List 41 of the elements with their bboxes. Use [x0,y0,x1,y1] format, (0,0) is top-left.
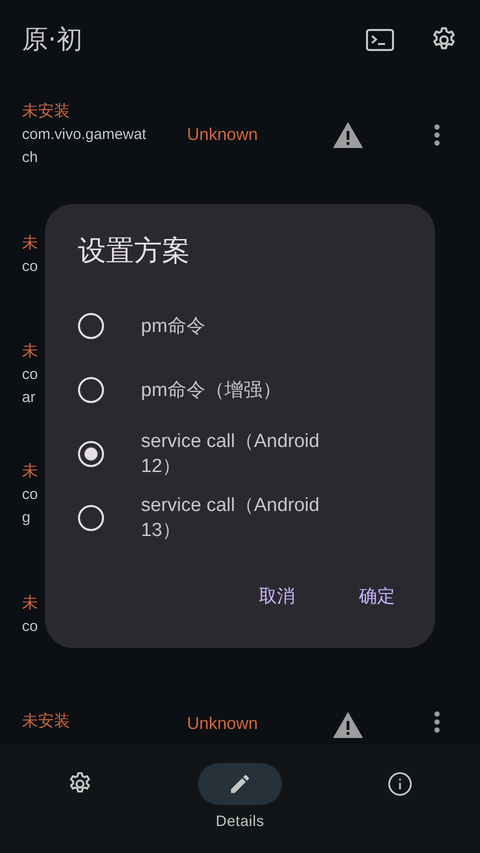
radio-option[interactable]: pm命令（增强） [78,358,411,422]
dialog-title: 设置方案 [78,234,190,268]
app-title: 原·初 [22,24,82,56]
dialog-button[interactable]: 确定 [343,575,411,618]
terminal-icon[interactable] [366,28,394,52]
more-icon[interactable] [434,124,440,146]
warning-icon [332,121,364,149]
status-label: 未 [22,234,38,254]
package-name: co [22,256,38,276]
package-name: co [22,485,38,505]
package-name: ch [22,148,38,168]
option-label: service call（Android 13） [141,494,320,543]
package-name: g [22,508,30,528]
warning-icon [332,711,364,739]
radio-button[interactable] [78,377,104,403]
radio-button[interactable] [78,313,104,339]
package-name: co [22,365,38,385]
radio-button[interactable] [78,505,104,531]
package-name: co [22,616,38,636]
info-icon [387,771,413,797]
state-label: Unknown [187,713,258,735]
more-icon[interactable] [434,711,440,733]
dialog-button[interactable]: 取消 [243,575,311,618]
radio-option[interactable]: service call（Android 13） [78,486,411,550]
radio-option[interactable]: pm命令 [78,294,411,358]
status-label: 未 [22,462,38,482]
nav-item[interactable] [198,763,282,805]
package-name: ar [22,388,36,408]
pencil-icon [228,772,252,796]
option-label: pm命令 [141,314,206,338]
radio-button[interactable] [78,441,104,467]
status-label: 未 [22,594,38,614]
status-label: 未 [22,342,38,362]
status-label: 未安装 [22,102,70,122]
state-label: Unknown [187,124,258,146]
option-label: service call（Android 12） [141,430,320,479]
nav-label: Details [216,812,264,832]
radio-option[interactable]: service call（Android 12） [78,422,411,486]
status-label: 未安装 [22,712,70,732]
package-name: com.vivo.gamewat [22,125,146,145]
option-label: pm命令（增强） [141,378,282,402]
